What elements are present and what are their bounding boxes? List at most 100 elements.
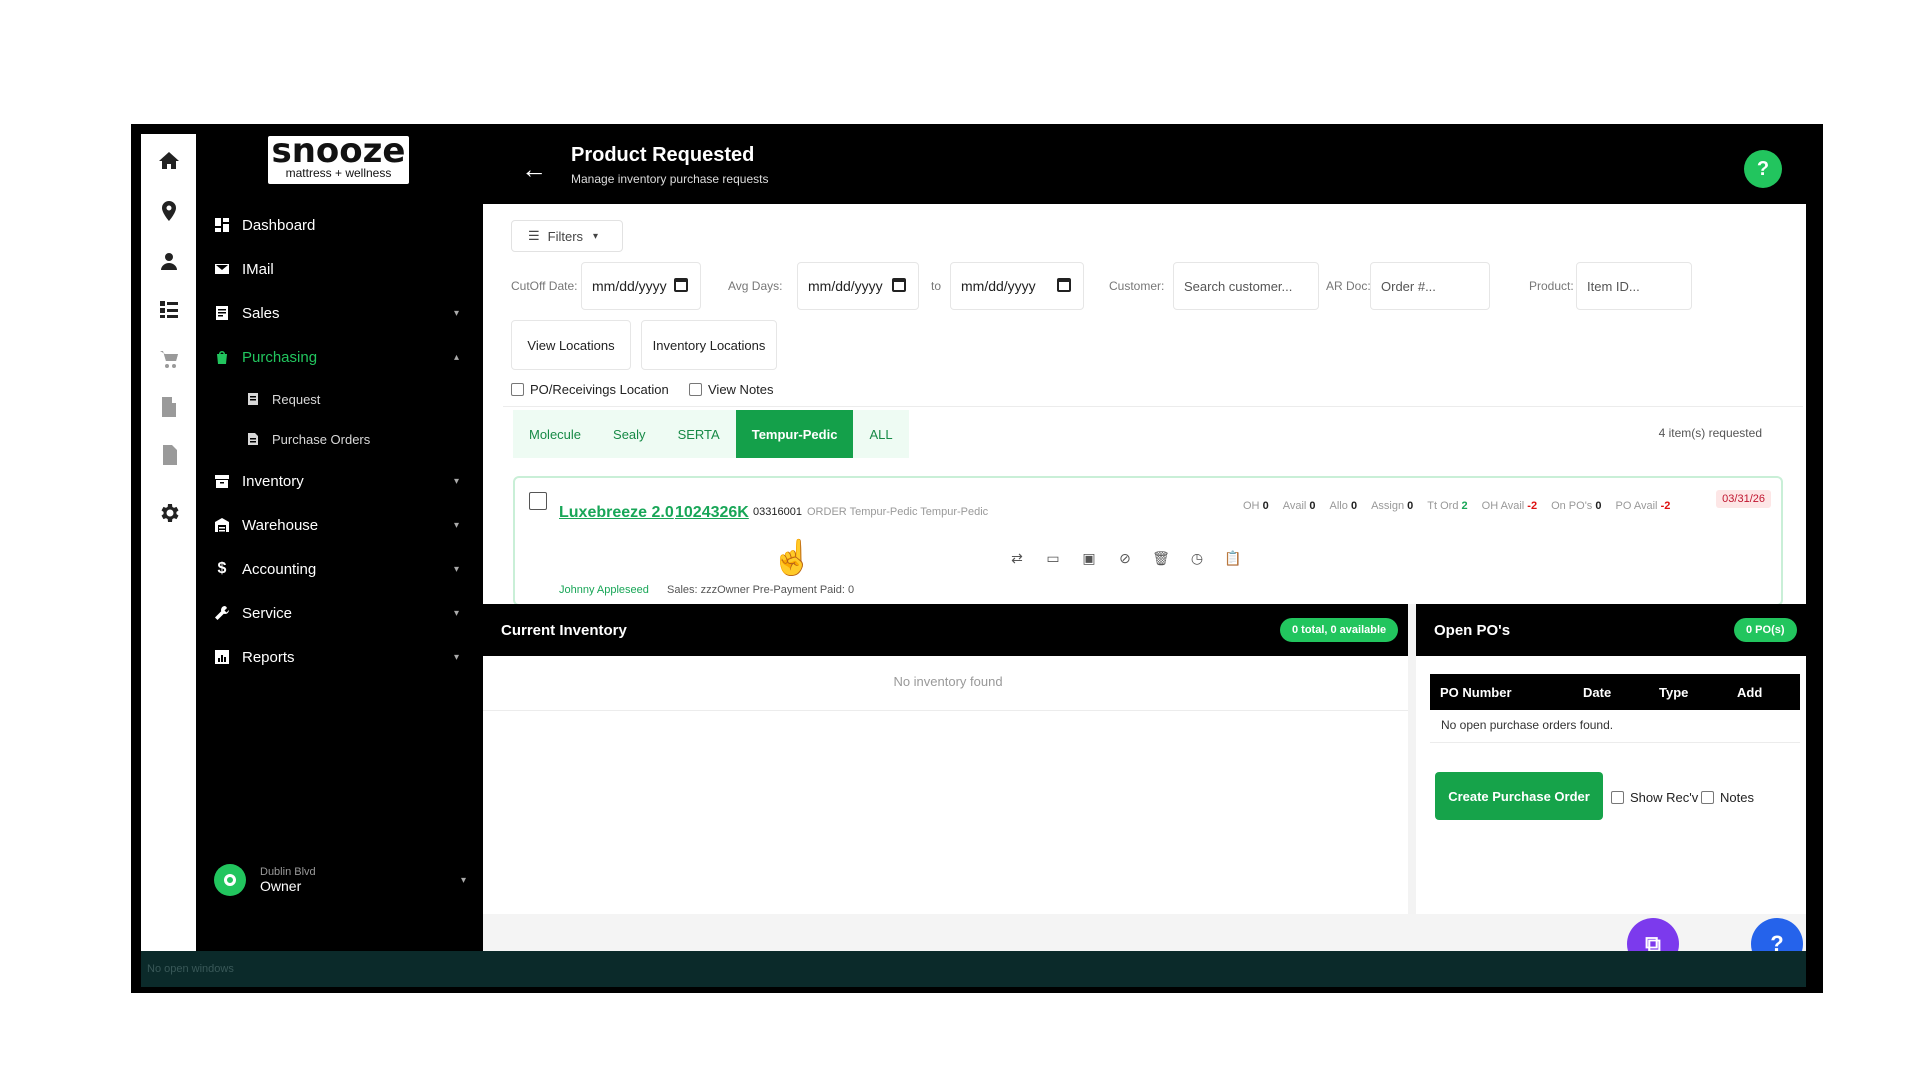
cutoff-date-input[interactable]: mm/dd/yyyy <box>581 262 701 310</box>
checkbox-box[interactable] <box>1701 790 1714 804</box>
stat-allo: Allo 0 <box>1329 500 1358 512</box>
chevron-down-icon: ▾ <box>453 307 459 319</box>
ar-doc-input[interactable]: Order #... <box>1370 262 1490 310</box>
question-icon: ? <box>1770 931 1784 951</box>
calendar-icon[interactable] <box>1057 278 1071 292</box>
checkbox-label: PO/Receivings Location <box>530 381 669 397</box>
chevron-down-icon: ▾ <box>453 519 459 531</box>
cutoff-date-value: mm/dd/yyyy <box>592 278 667 294</box>
play-icon[interactable]: ▭ <box>1035 550 1071 567</box>
col-add[interactable]: Add <box>1737 685 1762 700</box>
logo-tagline: mattress + wellness <box>285 166 392 180</box>
building-icon[interactable] <box>141 392 196 422</box>
sidebar-item-label: Warehouse <box>242 516 319 534</box>
sidebar-item-label: Purchasing <box>242 348 318 366</box>
tab-all[interactable]: ALL <box>853 410 908 458</box>
sidebar-item-imail[interactable]: IMail <box>214 252 469 286</box>
view-notes-checkbox[interactable]: View Notes <box>689 378 774 400</box>
col-type[interactable]: Type <box>1659 685 1688 700</box>
checkbox-box[interactable] <box>511 382 524 396</box>
divider <box>1430 742 1800 743</box>
customer-meta: Sales: zzzOwner Pre-Payment Paid: 0 <box>667 584 855 596</box>
product-meta: ORDER Tempur-Pedic Tempur-Pedic <box>807 506 989 518</box>
po-receivings-checkbox[interactable]: PO/Receivings Location <box>511 378 669 400</box>
clock-icon[interactable]: ◷ <box>1179 550 1215 567</box>
sidebar-item-label: Accounting <box>242 560 317 578</box>
view-locations-button[interactable]: View Locations <box>511 320 631 370</box>
icon-rail <box>141 134 196 951</box>
avg-days-to-value: mm/dd/yyyy <box>961 278 1036 294</box>
wrench-icon <box>214 605 230 621</box>
filter-icon: ☰ <box>528 228 540 243</box>
show-recv-checkbox[interactable]: Show Rec'v <box>1611 788 1698 806</box>
calendar-icon[interactable] <box>892 278 906 292</box>
product-input[interactable]: Item ID... <box>1576 262 1692 310</box>
brand-logo[interactable]: snooze mattress + wellness <box>268 134 409 184</box>
checkbox-box[interactable] <box>689 382 702 396</box>
help-button[interactable]: ? <box>1744 150 1782 188</box>
tab-serta[interactable]: SERTA <box>662 410 736 458</box>
sidebar-item-inventory[interactable]: Inventory ▾ <box>214 464 469 498</box>
request-checkbox[interactable] <box>529 492 547 510</box>
trash-icon[interactable]: 🗑 <box>1143 550 1179 567</box>
request-actions: ⇄ ▭ ▣ ⊘ 🗑 ◷ 📋 <box>999 550 1251 567</box>
sidebar-subitem-label: Purchase Orders <box>272 431 371 447</box>
calendar-icon[interactable] <box>674 278 688 292</box>
user-icon[interactable] <box>141 246 196 276</box>
home-icon[interactable] <box>141 146 196 176</box>
back-arrow-icon[interactable]: ← <box>521 154 547 185</box>
document-icon[interactable] <box>141 440 196 470</box>
sidebar-subitem-purchase-orders[interactable]: Purchase Orders <box>246 424 370 454</box>
sidebar-item-reports[interactable]: Reports ▾ <box>214 640 469 674</box>
tab-sealy[interactable]: Sealy <box>597 410 662 458</box>
sidebar-item-purchasing[interactable]: Purchasing ▴ <box>214 340 469 374</box>
customer-name[interactable]: Johnny Appleseed <box>559 584 649 596</box>
cart-icon[interactable] <box>141 344 196 374</box>
clipboard-icon[interactable]: 📋 <box>1215 550 1251 567</box>
product-label: Product: <box>1529 279 1574 293</box>
notes-checkbox[interactable]: Notes <box>1701 788 1754 806</box>
avg-days-to-input[interactable]: mm/dd/yyyy <box>950 262 1084 310</box>
create-purchase-order-button[interactable]: Create Purchase Order <box>1435 772 1603 820</box>
image-icon[interactable]: ▣ <box>1071 550 1107 567</box>
main-content: ← Product Requested Manage inventory pur… <box>483 134 1806 951</box>
checkbox-label: Show Rec'v <box>1630 789 1699 805</box>
chevron-down-icon: ▾ <box>453 475 459 487</box>
sidebar-item-sales[interactable]: Sales ▾ <box>214 296 469 330</box>
sidebar-subitem-request[interactable]: Request <box>246 384 320 414</box>
tab-tempur-pedic[interactable]: Tempur-Pedic <box>735 410 854 458</box>
brand-tabs: Molecule Sealy SERTA Tempur-Pedic ALL <box>513 410 909 458</box>
user-menu[interactable]: Dublin Blvd Owner ▾ <box>214 860 474 900</box>
product-name-link[interactable]: Luxebreeze 2.0 <box>559 504 674 522</box>
chevron-up-icon: ▴ <box>453 351 459 363</box>
bag-icon <box>214 349 230 365</box>
sidebar-item-service[interactable]: Service ▾ <box>214 596 469 630</box>
divider <box>503 406 1803 407</box>
divider <box>483 710 1408 711</box>
sidebar-item-dashboard[interactable]: Dashboard <box>214 208 469 242</box>
cancel-icon[interactable]: ⊘ <box>1107 550 1143 567</box>
col-po-number[interactable]: PO Number <box>1440 685 1512 700</box>
to-label: to <box>931 279 942 293</box>
inventory-locations-button[interactable]: Inventory Locations <box>641 320 777 370</box>
gear-icon[interactable] <box>141 498 196 528</box>
item-id-link[interactable]: 1024326K <box>675 504 749 522</box>
warehouse-icon <box>214 517 230 533</box>
hand-cursor-icon: ☝ <box>771 539 814 577</box>
ar-doc-label: AR Doc: <box>1326 279 1371 293</box>
filters-button[interactable]: ☰ Filters ▾ <box>511 220 623 252</box>
checkbox-box[interactable] <box>1611 790 1624 804</box>
dashboard-icon <box>214 217 230 233</box>
tab-molecule[interactable]: Molecule <box>513 410 597 458</box>
location-pin-icon[interactable] <box>141 196 196 226</box>
swap-icon[interactable]: ⇄ <box>999 550 1035 567</box>
sidebar-item-accounting[interactable]: $ Accounting ▾ <box>214 552 469 586</box>
sidebar-item-warehouse[interactable]: Warehouse ▾ <box>214 508 469 542</box>
customer-search-input[interactable]: Search customer... <box>1173 262 1319 310</box>
col-date[interactable]: Date <box>1583 685 1611 700</box>
chevron-down-icon: ▾ <box>453 563 459 575</box>
checklist-icon[interactable] <box>141 294 196 324</box>
page-subtitle: Manage inventory purchase requests <box>571 172 769 186</box>
avg-days-from-input[interactable]: mm/dd/yyyy <box>797 262 919 310</box>
stat-oh-avail: OH Avail -2 <box>1481 500 1538 512</box>
